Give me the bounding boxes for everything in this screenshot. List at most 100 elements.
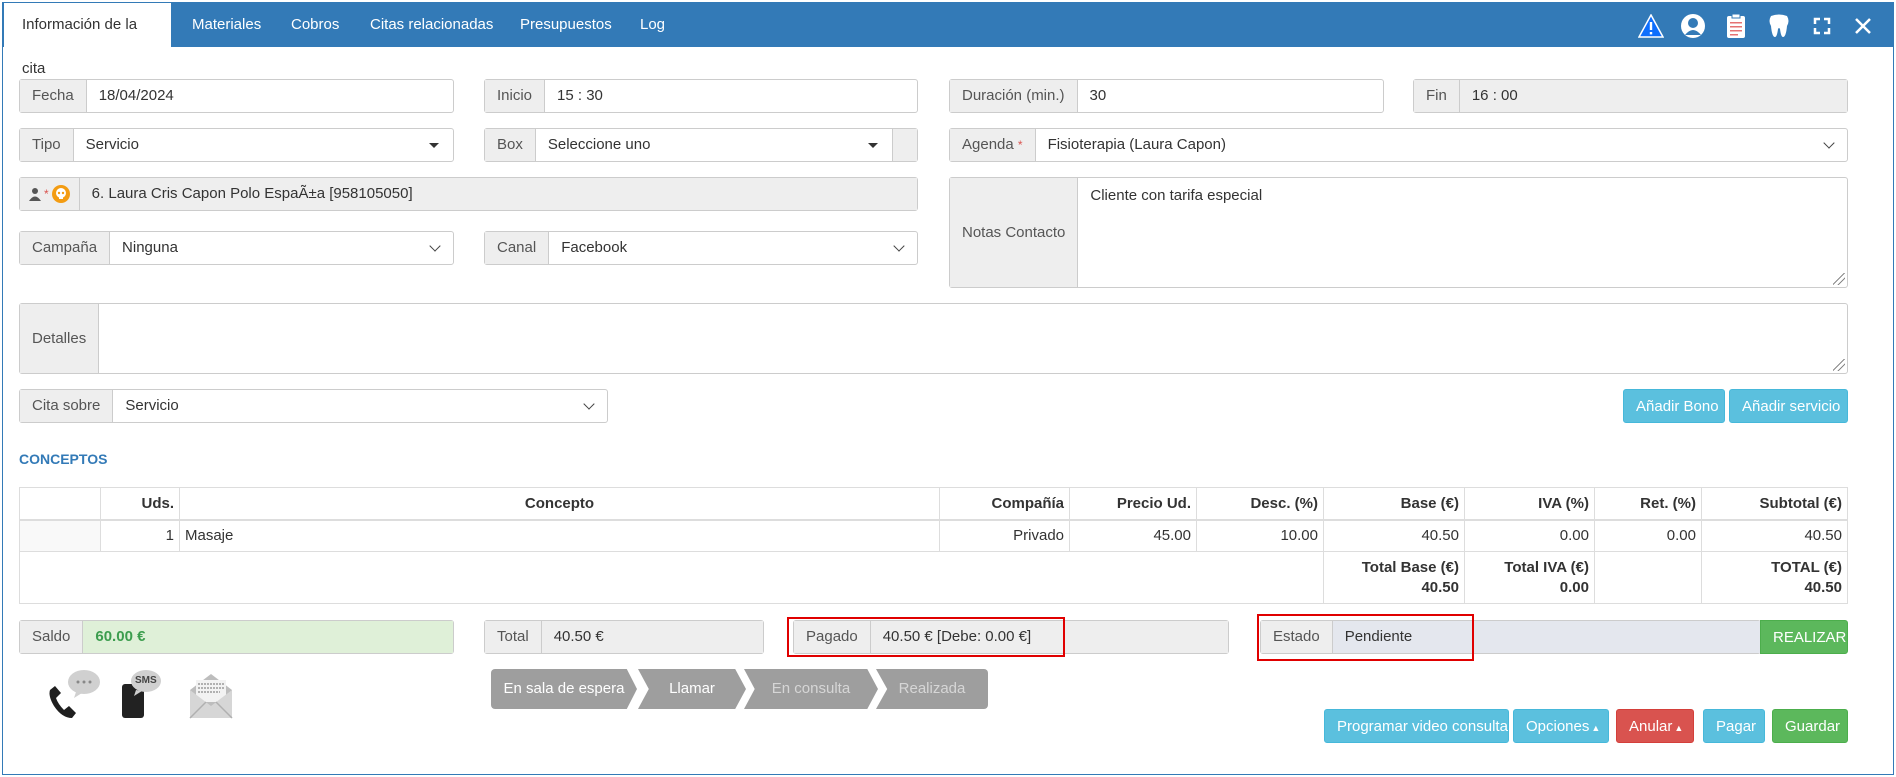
cell-compania: Privado — [939, 519, 1070, 552]
tab-informacion[interactable]: Información de la cita — [3, 3, 171, 77]
fin-label: Fin — [1414, 80, 1460, 112]
col-header-desc: Desc. (%) — [1196, 487, 1324, 521]
opciones-button[interactable]: Opciones ▲ — [1513, 709, 1609, 743]
totals-row: Total Base (€) 40.50 Total IVA (€) 0.00 … — [19, 551, 1848, 604]
col-header-select — [19, 487, 101, 521]
fin-field: Fin 16 : 00 — [1413, 79, 1848, 113]
cita-sobre-field[interactable]: Cita sobre Servicio — [19, 389, 608, 423]
cita-sobre-select[interactable]: Servicio — [113, 390, 607, 422]
anadir-servicio-button[interactable]: Añadir servicio — [1729, 389, 1848, 423]
resize-grip-icon[interactable] — [1833, 273, 1845, 285]
close-icon[interactable] — [1848, 11, 1878, 41]
anular-button[interactable]: Anular ▲ — [1616, 709, 1694, 743]
resize-grip-icon[interactable] — [1833, 359, 1845, 371]
step-en-consulta[interactable]: En consulta — [744, 669, 878, 709]
tipo-select[interactable]: Servicio — [74, 129, 453, 161]
cell-subtotal: 40.50 — [1701, 519, 1848, 552]
totals-spacer — [19, 551, 1324, 604]
duracion-input[interactable]: 30 — [1078, 80, 1383, 112]
caret-up-icon: ▲ — [1674, 723, 1684, 733]
clipboard-icon[interactable] — [1721, 11, 1751, 41]
patient-field[interactable]: * 6. Laura Cris Capon Polo EspaÃ±a [9581… — [19, 177, 918, 211]
caret-up-icon: ▲ — [1591, 723, 1601, 733]
conceptos-title: CONCEPTOS — [19, 451, 108, 467]
cita-sobre-label: Cita sobre — [20, 390, 114, 422]
expand-icon[interactable] — [1807, 11, 1837, 41]
tooth-icon[interactable] — [1764, 11, 1794, 41]
total-field-label: Total — [485, 621, 542, 653]
tab-bar: Información de la cita Materiales Cobros… — [3, 3, 1893, 77]
tab-materiales[interactable]: Materiales — [174, 3, 279, 47]
tipo-label: Tipo — [20, 129, 74, 161]
step-realizada[interactable]: Realizada — [876, 669, 988, 709]
canal-label: Canal — [485, 232, 550, 264]
step-en-sala-de-espera[interactable]: En sala de espera — [491, 669, 637, 709]
col-header-precio: Precio Ud. — [1069, 487, 1197, 521]
programar-video-button[interactable]: Programar video consulta — [1324, 709, 1509, 743]
inicio-field[interactable]: Inicio 15 : 30 — [484, 79, 918, 113]
campana-field[interactable]: Campaña Ninguna — [19, 231, 454, 265]
duracion-field[interactable]: Duración (min.) 30 — [949, 79, 1384, 113]
concepts-table: Uds. Concepto Compañía Precio Ud. Desc. … — [19, 487, 1848, 604]
user-circle-icon[interactable] — [1678, 11, 1708, 41]
tab-presupuestos[interactable]: Presupuestos — [502, 3, 630, 47]
col-header-subtotal: Subtotal (€) — [1701, 487, 1848, 521]
inicio-input[interactable]: 15 : 30 — [545, 80, 917, 112]
box-select[interactable]: Seleccione uno — [536, 129, 893, 161]
campana-select[interactable]: Ninguna — [110, 232, 453, 264]
col-header-uds: Uds. — [100, 487, 180, 521]
total-label: TOTAL (€) — [1771, 558, 1842, 576]
patient-label: * — [20, 178, 80, 210]
phone-icon[interactable] — [46, 668, 102, 720]
notas-contacto-label: Notas Contacto — [950, 178, 1079, 287]
total-field-value: 40.50 € — [541, 621, 763, 653]
detalles-field[interactable]: Detalles — [19, 303, 1848, 374]
email-icon[interactable] — [186, 668, 236, 720]
fecha-field[interactable]: Fecha 18/04/2024 — [19, 79, 454, 113]
guardar-button[interactable]: Guardar — [1772, 709, 1848, 743]
realizar-button[interactable]: REALIZAR — [1760, 620, 1848, 654]
fin-input: 16 : 00 — [1459, 80, 1847, 112]
tab-log[interactable]: Log — [622, 3, 683, 47]
inicio-label: Inicio — [485, 80, 546, 112]
anadir-bono-button[interactable]: Añadir Bono — [1623, 389, 1725, 423]
total-cell: TOTAL (€) 40.50 — [1701, 551, 1848, 604]
col-header-concepto: Concepto — [179, 487, 940, 521]
agenda-select[interactable]: Fisioterapia (Laura Capon) — [1036, 129, 1847, 161]
total-field: Total 40.50 € — [484, 620, 764, 654]
canal-field[interactable]: Canal Facebook — [484, 231, 918, 265]
step-llamar[interactable]: Llamar — [638, 669, 746, 709]
saldo-value: 60.00 € — [83, 621, 453, 653]
warning-icon[interactable] — [1636, 11, 1666, 41]
box-label: Box — [485, 129, 536, 161]
notas-contacto-textarea[interactable]: Cliente con tarifa especial — [1078, 178, 1847, 287]
patient-input[interactable]: 6. Laura Cris Capon Polo EspaÃ±a [958105… — [79, 178, 917, 210]
person-icon — [29, 188, 41, 201]
notas-contacto-field[interactable]: Notas Contacto Cliente con tarifa especi… — [949, 177, 1848, 288]
table-row[interactable]: 1 Masaje Privado 45.00 10.00 40.50 0.00 … — [19, 519, 1848, 552]
cell-desc: 10.00 — [1196, 519, 1324, 552]
cell-select[interactable] — [19, 519, 101, 552]
pagado-highlight — [787, 617, 1065, 657]
tipo-field[interactable]: Tipo Servicio — [19, 128, 454, 162]
fecha-label: Fecha — [20, 80, 87, 112]
total-ret-cell — [1594, 551, 1702, 604]
fecha-input[interactable]: 18/04/2024 — [87, 80, 453, 112]
estado-highlight — [1257, 614, 1474, 661]
cell-base: 40.50 — [1323, 519, 1465, 552]
pagar-button[interactable]: Pagar — [1703, 709, 1765, 743]
detalles-textarea[interactable] — [99, 304, 1847, 373]
agenda-label: Agenda * — [950, 129, 1036, 161]
sms-icon[interactable]: SMS — [118, 668, 164, 720]
cell-iva: 0.00 — [1464, 519, 1595, 552]
agenda-field[interactable]: Agenda * Fisioterapia (Laura Capon) — [949, 128, 1848, 162]
box-field[interactable]: Box Seleccione uno — [484, 128, 918, 162]
total-base-cell: Total Base (€) 40.50 — [1323, 551, 1465, 604]
saldo-label: Saldo — [20, 621, 84, 653]
canal-select[interactable]: Facebook — [549, 232, 917, 264]
total-base-value: 40.50 — [1421, 578, 1459, 596]
tab-cobros[interactable]: Cobros — [273, 3, 357, 47]
duracion-label: Duración (min.) — [950, 80, 1078, 112]
total-iva-label: Total IVA (€) — [1504, 558, 1589, 576]
tab-citas-relacionadas[interactable]: Citas relacionadas — [352, 3, 511, 47]
